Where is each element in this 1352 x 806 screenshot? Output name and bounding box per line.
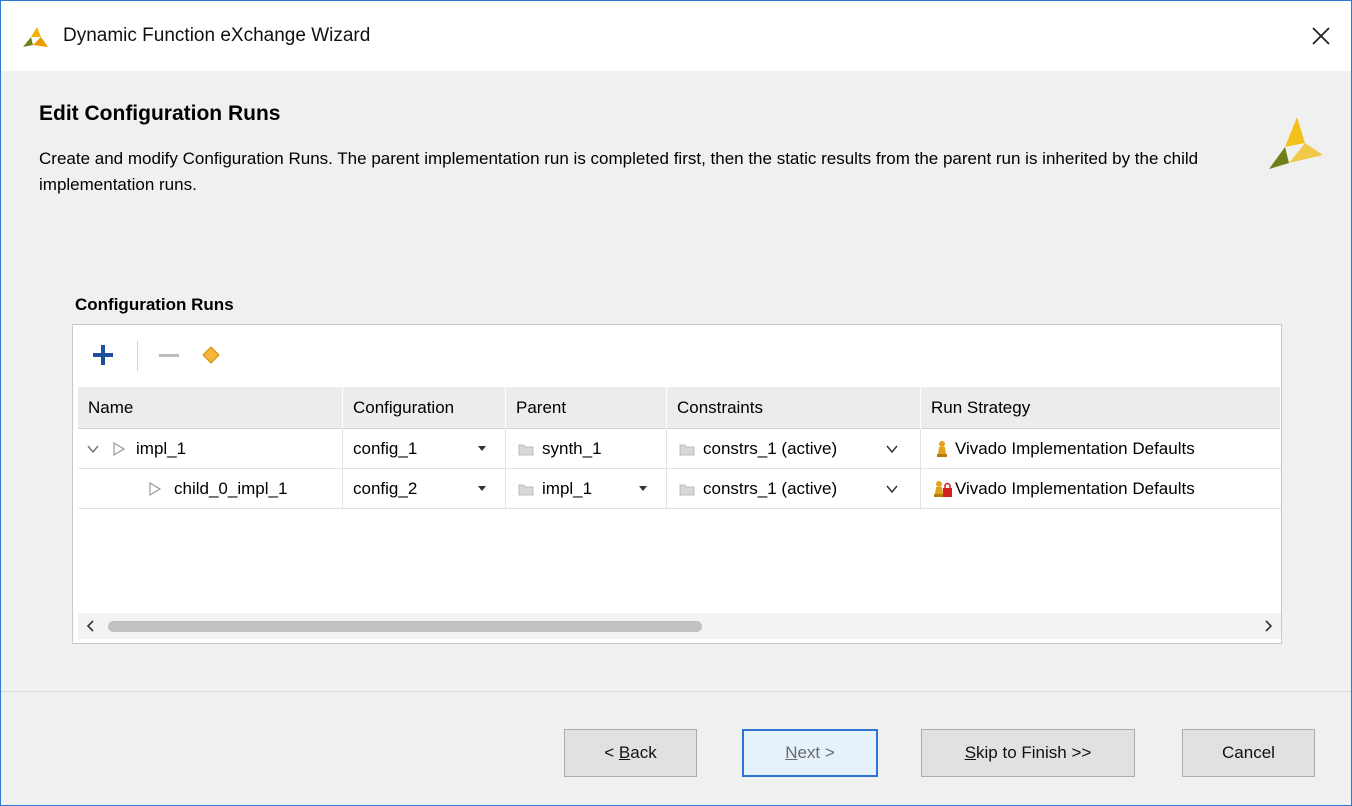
constraints-value: constrs_1 (active) — [703, 439, 838, 458]
window-title: Dynamic Function eXchange Wizard — [63, 25, 371, 46]
name-cell: impl_1 — [78, 429, 343, 469]
column-header-parent[interactable]: Parent — [506, 387, 667, 429]
configuration-value: config_2 — [353, 479, 418, 498]
back-button[interactable]: < Back — [564, 729, 697, 777]
dropdown-arrow-icon — [478, 486, 486, 491]
table-row[interactable]: child_0_impl_1 config_2 impl_1 constrs_1… — [78, 469, 1281, 509]
skip-label-rest: kip to Finish >> — [976, 743, 1092, 762]
run-strategy-cell[interactable]: Vivado Implementation Defaults — [921, 469, 1281, 509]
auto-create-button[interactable] — [195, 339, 227, 371]
chevron-down-icon[interactable] — [86, 442, 100, 456]
run-triangle-icon — [149, 481, 162, 497]
run-strategy-cell[interactable]: Vivado Implementation Defaults — [921, 429, 1281, 469]
strategy-pawn-icon — [937, 441, 947, 457]
parent-value: impl_1 — [542, 479, 593, 498]
dropdown-arrow-icon — [639, 486, 647, 491]
title-bar: Dynamic Function eXchange Wizard — [1, 1, 1351, 71]
parent-value: synth_1 — [542, 439, 602, 458]
column-header-run-strategy[interactable]: Run Strategy — [921, 387, 1281, 429]
remove-run-button[interactable] — [153, 339, 185, 371]
column-header-name[interactable]: Name — [78, 387, 343, 429]
scroll-right-button[interactable] — [1257, 613, 1281, 639]
folder-icon — [518, 484, 534, 496]
column-header-constraints[interactable]: Constraints — [667, 387, 921, 429]
configuration-select[interactable]: config_2 — [343, 469, 506, 509]
constraints-select[interactable]: constrs_1 (active) — [667, 429, 921, 469]
folder-icon — [679, 444, 695, 456]
scrollbar-thumb[interactable] — [108, 621, 702, 632]
run-strategy-value: Vivado Implementation Defaults — [955, 439, 1195, 458]
cancel-button[interactable]: Cancel — [1182, 729, 1315, 777]
parent-cell: synth_1 — [506, 429, 667, 469]
next-button[interactable]: Next > — [742, 729, 878, 777]
dropdown-arrow-icon — [478, 446, 486, 451]
page-heading: Edit Configuration Runs — [39, 102, 281, 125]
toolbar-separator — [137, 341, 138, 371]
folder-icon — [679, 484, 695, 496]
configuration-runs-table: Name Configuration Parent Constraints Ru… — [72, 324, 1282, 644]
footer-divider — [1, 691, 1351, 692]
chevron-left-icon — [86, 620, 94, 632]
chevron-right-icon — [1265, 620, 1273, 632]
parent-select[interactable]: impl_1 — [506, 469, 667, 509]
table-header: Name Configuration Parent Constraints Ru… — [78, 387, 1281, 429]
skip-mnemonic: S — [964, 743, 977, 762]
scroll-left-button[interactable] — [78, 613, 102, 639]
strategy-locked-pawn-icon — [934, 481, 952, 497]
minus-icon — [159, 354, 179, 357]
configuration-value: config_1 — [353, 439, 418, 458]
constraints-value: constrs_1 (active) — [703, 479, 838, 498]
run-triangle-icon — [113, 441, 126, 457]
back-mnemonic: B — [618, 743, 631, 762]
table-row[interactable]: impl_1 config_1 synth_1 constrs_1 (activ… — [78, 429, 1281, 469]
close-icon — [1312, 27, 1330, 45]
wizard-window: Dynamic Function eXchange Wizard Edit Co… — [0, 0, 1352, 806]
next-mnemonic: N — [785, 743, 798, 762]
back-prefix: < — [604, 743, 619, 762]
back-label-rest: ack — [630, 743, 657, 762]
chevron-down-icon — [886, 445, 898, 454]
skip-to-finish-button[interactable]: Skip to Finish >> — [921, 729, 1135, 777]
chevron-down-icon — [886, 485, 898, 494]
close-button[interactable] — [1291, 1, 1351, 71]
run-name: impl_1 — [136, 439, 187, 458]
section-label: Configuration Runs — [75, 295, 234, 314]
folder-icon — [518, 444, 534, 456]
diamond-icon — [202, 346, 220, 364]
vivado-logo-icon — [1269, 117, 1323, 169]
vivado-app-icon — [23, 27, 48, 47]
next-label-rest: ext > — [797, 743, 835, 762]
name-cell: child_0_impl_1 — [78, 469, 343, 509]
column-header-configuration[interactable]: Configuration — [343, 387, 506, 429]
table-toolbar — [73, 325, 1281, 387]
run-name: child_0_impl_1 — [174, 479, 288, 498]
run-strategy-value: Vivado Implementation Defaults — [955, 479, 1195, 498]
horizontal-scrollbar[interactable] — [78, 613, 1281, 639]
add-run-button[interactable] — [87, 339, 119, 371]
page-description: Create and modify Configuration Runs. Th… — [39, 149, 1199, 194]
configuration-select[interactable]: config_1 — [343, 429, 506, 469]
constraints-select[interactable]: constrs_1 (active) — [667, 469, 921, 509]
plus-icon — [93, 345, 113, 365]
